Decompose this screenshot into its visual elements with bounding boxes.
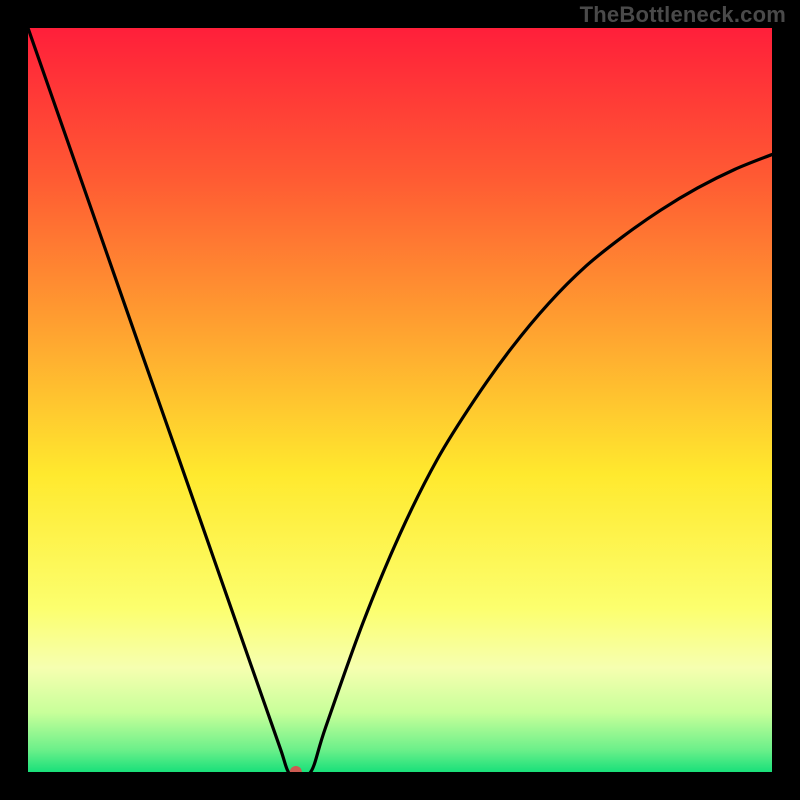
watermark-text: TheBottleneck.com: [580, 2, 786, 28]
plot-area: [28, 28, 772, 772]
gradient-background: [28, 28, 772, 772]
chart-svg: [28, 28, 772, 772]
chart-frame: TheBottleneck.com: [0, 0, 800, 800]
